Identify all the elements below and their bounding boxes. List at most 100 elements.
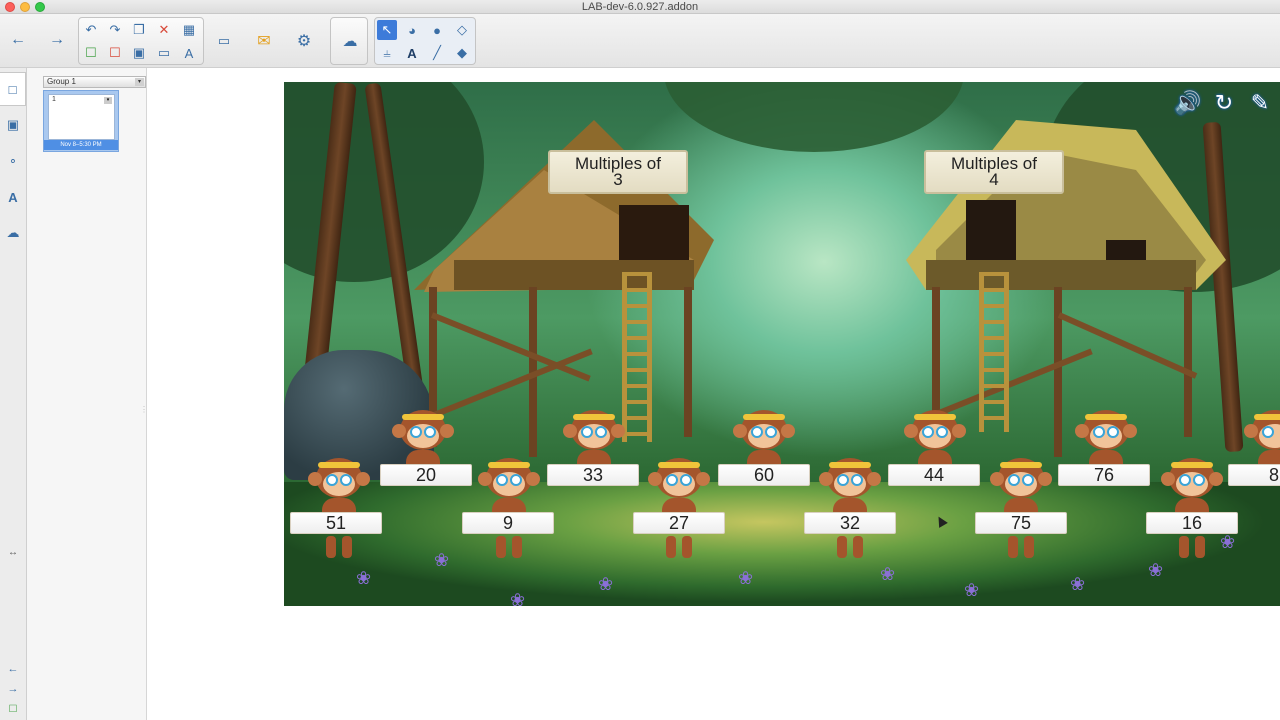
properties-icon[interactable]: A [0,180,26,214]
monkey-card[interactable]: 44 [888,410,980,546]
paste-icon[interactable]: ☐ [105,43,125,63]
monkey-eye [1022,474,1034,486]
speaker-icon[interactable]: 🔊 [1174,90,1202,116]
monkey-eye [1193,474,1205,486]
hut-leg [684,287,692,437]
monkey-headband [1254,414,1280,420]
number-card[interactable]: 27 [633,512,725,534]
number-card[interactable]: 44 [888,464,980,486]
add-page-icon[interactable]: ☐ [81,43,101,63]
addons-icon[interactable]: ☁ [340,31,360,51]
undo-icon[interactable]: ↶ [81,20,101,40]
number-card[interactable]: 16 [1146,512,1238,534]
select-icon[interactable]: ↖ [377,20,397,40]
monkey-eye [666,474,678,486]
monkey-card[interactable]: 8 [1228,410,1280,546]
monkey-card[interactable]: 32 [804,458,896,594]
reload-icon[interactable]: ↻ [1210,90,1238,116]
flower: ❀ [1148,560,1164,580]
number-card[interactable]: 76 [1058,464,1150,486]
document-camera-icon[interactable]: ▭ [210,28,238,54]
number-card[interactable]: 33 [547,464,639,486]
monkey-ear [733,424,747,438]
page-thumbnail[interactable]: 1 ▾ Nov 8–5:30 PM [43,90,119,152]
table-icon[interactable]: ▦ [179,20,199,40]
sign-line-2: 4 [989,170,999,189]
title-bar: LAB-dev-6.0.927.addon [0,0,1280,14]
monkey-card[interactable]: 16 [1146,458,1238,594]
addon-game-area[interactable]: Multiples of 3 Multiples of 4 🔊 ↻ ✎ 20 3… [284,82,1280,606]
pen-text-icon[interactable]: A [179,43,199,63]
monkey-card[interactable]: 9 [462,458,554,594]
monkey-ear [308,472,322,486]
monkey-eye [922,426,934,438]
monkey-leg [666,536,676,558]
monkey-card[interactable]: 75 [975,458,1067,594]
monkey-ear [392,424,406,438]
monkey-ear [781,424,795,438]
panel-splitter-handle[interactable]: ⋮ [140,405,148,415]
arrow-left-icon[interactable]: ← [0,660,26,678]
monkey-leg [837,536,847,558]
number-card[interactable]: 9 [462,512,554,534]
monkey-ear [867,472,881,486]
add-page-icon[interactable]: ☐ [0,700,26,718]
attachments-icon[interactable]: ∘ [0,144,26,178]
monkey-eye [1093,426,1105,438]
lesson-activity-icon[interactable]: ✉ [250,28,278,54]
eraser-alt-icon[interactable]: ◇ [452,20,472,40]
monkey-headband [488,462,530,468]
arrow-right-icon[interactable]: → [0,680,26,698]
monkey-headband [829,462,871,468]
monkey-card[interactable]: 60 [718,410,810,546]
ladder [979,272,1009,432]
back-arrow-icon[interactable]: ← [6,28,30,52]
monkey-ear [478,472,492,486]
flower: ❀ [1220,532,1236,552]
flower: ❀ [510,590,526,606]
properties-icon[interactable]: ⫨ [377,43,397,63]
number-card[interactable]: 8 [1228,464,1280,486]
monkey-card[interactable]: 27 [633,458,725,594]
screen-capture-icon[interactable]: ❐ [129,20,149,40]
expand-icon[interactable]: ↔ [0,538,26,566]
monkey-card[interactable]: 76 [1058,410,1150,546]
page-sorter-icon[interactable]: □ [0,72,26,106]
shapes-icon[interactable]: ◕ [402,20,422,40]
number-card[interactable]: 32 [804,512,896,534]
text-icon[interactable]: A [402,43,422,63]
pencil-icon[interactable]: ✎ [1246,90,1274,116]
monkey-leg [496,536,506,558]
monkey-leg [1179,536,1189,558]
eraser-icon[interactable]: ◆ [452,43,472,63]
monkey-card[interactable]: 20 [380,410,472,546]
flower: ❀ [880,564,896,584]
addons-icon[interactable]: ☁ [0,216,26,250]
number-card[interactable]: 60 [718,464,810,486]
number-card[interactable]: 20 [380,464,472,486]
monkey-ear [563,424,577,438]
monkey-ear [1038,472,1052,486]
delete-icon[interactable]: ✕ [154,20,174,40]
response-icon[interactable]: ⚙ [290,28,318,54]
monkey-headband [573,414,615,420]
gallery-icon[interactable]: ▣ [0,108,26,142]
monkey-eye [595,426,607,438]
number-card[interactable]: 75 [975,512,1067,534]
forward-arrow-icon[interactable]: → [45,28,69,52]
save-icon[interactable]: ▣ [129,43,149,63]
monkey-eye [496,474,508,486]
redo-icon[interactable]: ↷ [105,20,125,40]
group-dropdown[interactable]: Group 1 ▾ [43,76,146,88]
window-title: LAB-dev-6.0.927.addon [581,1,699,13]
side-tab-rail: □ ▣ ∘ A ☁ ↔ ← → ☐ [0,68,27,720]
fill-icon[interactable]: ● [427,20,447,40]
monkey-card[interactable]: 33 [547,410,639,546]
page-number: 1 [52,96,56,103]
chevron-down-icon[interactable]: ▾ [104,97,112,104]
line-icon[interactable]: ╱ [427,43,447,63]
drawing-tools-group: ↖ ◕ ● ◇ ⫨ A ╱ ◆ [374,17,476,65]
number-card[interactable]: 51 [290,512,382,534]
display-icon[interactable]: ▭ [154,43,174,63]
monkey-leg [682,536,692,558]
